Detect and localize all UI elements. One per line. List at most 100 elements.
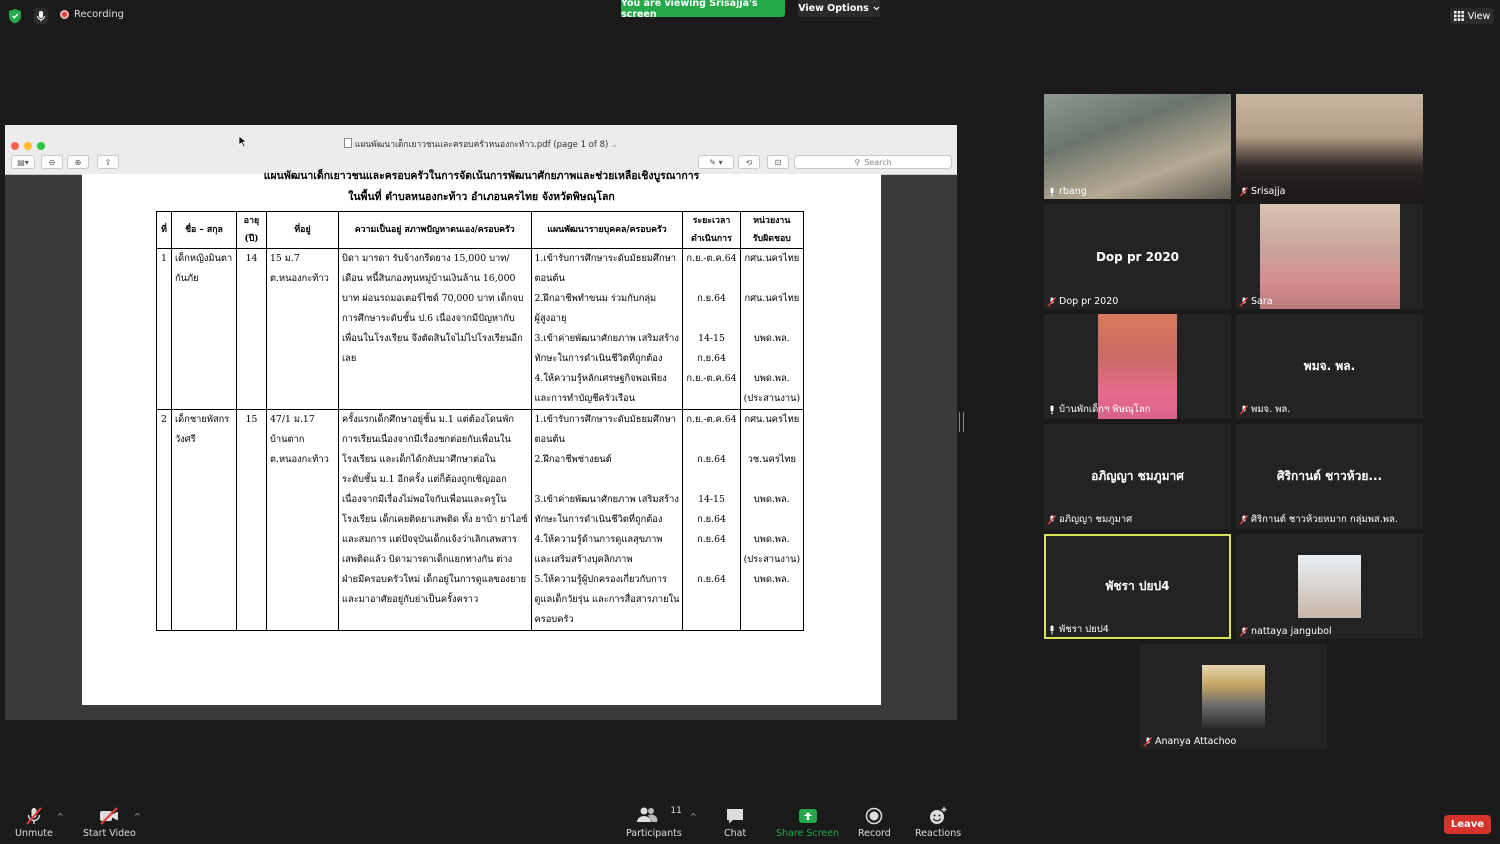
name-line: เด็กชายพัสกร	[175, 414, 230, 425]
participant-tile[interactable]: พมจ. พล. พมจ. พล.	[1236, 314, 1423, 419]
agency-line	[744, 349, 801, 369]
agency-line	[744, 269, 801, 289]
participant-tile[interactable]: Sara	[1236, 204, 1423, 309]
cell-plan: 1.เข้ารับการศึกษาระดับมัธยมศึกษา ตอนต้น 2.…	[530, 248, 684, 410]
start-video-button[interactable]: Start Video	[83, 806, 136, 839]
name-line: เด็กหญิงมินตา	[175, 253, 233, 264]
agency-line: บพด.พล.	[753, 494, 790, 505]
audio-status-icon[interactable]	[34, 8, 48, 24]
grid-icon	[1453, 11, 1464, 21]
situation-line: บิดา มารดา รับจ้างกรีดยาง 15,000 บาท/	[342, 253, 510, 264]
participant-name-text: Srisajja	[1251, 186, 1286, 197]
mouse-cursor-icon	[238, 135, 248, 148]
situation-line: เดือน หนี้สินกองทุนหมู่บ้านเงินล้าน 16,0…	[342, 273, 516, 284]
participant-tile[interactable]: nattaya jangubol	[1236, 534, 1423, 639]
agency-line	[744, 610, 801, 630]
audio-options-chevron-icon[interactable]: ^	[57, 812, 64, 821]
shared-screen[interactable]: แผนพัฒนาเด็กเยาวชนและครอบครัวหนองกะท้าว.…	[5, 125, 957, 720]
participants-options-chevron-icon[interactable]: ^	[690, 812, 697, 821]
plan-line: 2.ฝึกอาชีพช่างยนต์	[534, 454, 612, 465]
muted-mic-icon	[1240, 514, 1248, 524]
cell-address: 47/1 ม.17 บ้านตาก ต.หนองกะท้าว	[266, 409, 339, 631]
participant-name-text: Sara	[1251, 296, 1273, 307]
plan-line: ตอนต้น	[534, 273, 565, 284]
view-options-button[interactable]: View Options	[798, 0, 880, 17]
reactions-icon	[930, 807, 947, 824]
agency-line	[744, 430, 801, 450]
header-age-unit: (ปี)	[244, 234, 259, 244]
cell-agency: กศน.นครไทย วช.นครไทย บพด.พล. บพด.พล. (ประ…	[739, 409, 805, 631]
agency-line: บพด.พล.	[753, 574, 790, 585]
agency-line: บพด.พล.	[753, 373, 790, 384]
situation-line: การศึกษาระดับชั้น ป.6 เนื่องจากมีปัญหากั…	[342, 313, 515, 324]
chat-button[interactable]: Chat	[724, 806, 746, 839]
situation-line: การเรียนเนื่องจากมีเรื่องชกต่อยกับเพื่อน…	[342, 434, 511, 445]
period-line	[686, 590, 736, 610]
panel-resize-handle[interactable]	[959, 412, 964, 432]
name-line: กันภัย	[175, 273, 199, 284]
share-screen-button[interactable]: Share Screen	[776, 806, 839, 839]
participant-tile[interactable]: Ananya Attachoo	[1140, 644, 1327, 749]
share-screen-label: Share Screen	[776, 828, 840, 839]
participant-tile[interactable]: Dop pr 2020 Dop pr 2020	[1044, 204, 1231, 309]
situation-line: ครั้งแรกเด็กศึกษาอยู่ชั้น ม.1 แต่ต้องโดน…	[342, 414, 515, 425]
address-line: 47/1 ม.17	[270, 414, 315, 425]
plan-line: ครอบครัว	[534, 614, 574, 625]
period-line	[686, 430, 736, 450]
cell-period: ก.ย.-ต.ค.64 ก.ย.64 14-15 ก.ย.64 ก.ย.64 ก.ย…	[682, 409, 741, 631]
start-video-label: Start Video	[83, 828, 136, 839]
agency-line: กศน.นครไทย	[744, 293, 800, 304]
unmute-button[interactable]: Unmute	[15, 806, 53, 839]
participant-video	[1260, 204, 1400, 309]
development-plan-table: ที่ ชื่อ – สกุล อายุ (ปี) ที่อยู่ ความเป็…	[156, 211, 805, 631]
agency-line: กศน.นครไทย	[744, 414, 800, 425]
participant-tile[interactable]: พัชรา ปยป4 พัชรา ปยป4	[1044, 534, 1231, 639]
table-header-row: ที่ ชื่อ – สกุล อายุ (ปี) ที่อยู่ ความเป็…	[156, 211, 805, 249]
participant-tile[interactable]: อภิญญา ชมภูมาศ อภิญญา ชมภูมาศ	[1044, 424, 1231, 529]
reactions-label: Reactions	[915, 828, 962, 839]
muted-mic-icon	[1240, 404, 1248, 414]
security-shield-icon[interactable]	[8, 8, 22, 24]
plan-line: 2.ฝึกอาชีพทำขนม ร่วมกับกลุ่ม	[534, 293, 657, 304]
participants-button[interactable]: 11 Participants	[626, 806, 682, 839]
participant-tile[interactable]: rbang	[1044, 94, 1231, 199]
header-situation: ความเป็นอยู่ สภาพปัญหาตนเอง/ครอบครัว	[338, 211, 532, 249]
participant-name-text: Ananya Attachoo	[1155, 736, 1237, 747]
zoom-out-button[interactable]: ⊖	[41, 155, 63, 169]
period-line	[686, 309, 736, 329]
plan-line: ทักษะในการดำเนินชีวิตที่ถูกต้อง	[534, 514, 663, 525]
situation-line: ฝ่ายมีครอบครัวใหม่ เด็กอยู่ในการดูแลของย…	[342, 574, 527, 585]
table-row: 1 เด็กหญิงมินตา กันภัย 14 15 ม.7 ต.หนองกะท้าว…	[156, 248, 805, 410]
participant-tile[interactable]: บ้านพักเด็กฯ พิษณุโลก	[1044, 314, 1231, 419]
plan-line: ทักษะในการดำเนินชีวิตที่ถูกต้อง	[534, 353, 663, 364]
participant-name-label: อภิญญา ชมภูมาศ	[1048, 512, 1132, 527]
participant-count: 11	[670, 806, 682, 816]
leave-button[interactable]: Leave	[1444, 815, 1491, 834]
cell-plan: 1.เข้ารับการศึกษาระดับมัธยมศึกษา ตอนต้น 2.…	[530, 409, 684, 631]
participant-name-label: rbang	[1048, 186, 1087, 197]
period-line	[686, 269, 736, 289]
participant-name-label: Srisajja	[1240, 186, 1285, 197]
participants-icon	[637, 807, 658, 822]
cell-situation: บิดา มารดา รับจ้างกรีดยาง 15,000 บาท/เดื…	[338, 248, 532, 410]
participant-tile[interactable]: Srisajja	[1236, 94, 1423, 199]
cell-no: 1	[156, 248, 172, 410]
plan-line	[535, 470, 680, 490]
view-layout-button[interactable]: View	[1450, 8, 1494, 24]
plan-line: ตอนต้น	[534, 434, 565, 445]
participant-tile[interactable]: ศิริกานต์ ชาวห้วย... ศิริกานต์ ชาวห้วยหมา…	[1236, 424, 1423, 529]
agency-line	[744, 590, 801, 610]
sidebar-toggle-button[interactable]: ▤▾	[11, 155, 35, 169]
plan-line: 3.เข้าค่ายพัฒนาศักยภาพ เสริมสร้าง	[534, 333, 679, 344]
recording-indicator[interactable]: Recording	[60, 9, 124, 20]
record-button[interactable]: Record	[858, 806, 891, 839]
table-row: 2 เด็กชายพัสกร วังศรี 15 47/1 ม.17 บ้านตาก ต.ห…	[156, 409, 805, 631]
period-line: ก.ย.-ต.ค.64	[686, 253, 737, 264]
view-label: View	[1467, 10, 1491, 22]
reactions-button[interactable]: Reactions	[915, 806, 961, 839]
header-no: ที่	[156, 211, 172, 249]
agency-line	[744, 470, 801, 490]
participant-name-text: พมจ. พล.	[1251, 404, 1291, 415]
period-line: ก.ย.-ต.ค.64	[686, 414, 737, 425]
video-options-chevron-icon[interactable]: ^	[134, 812, 141, 821]
